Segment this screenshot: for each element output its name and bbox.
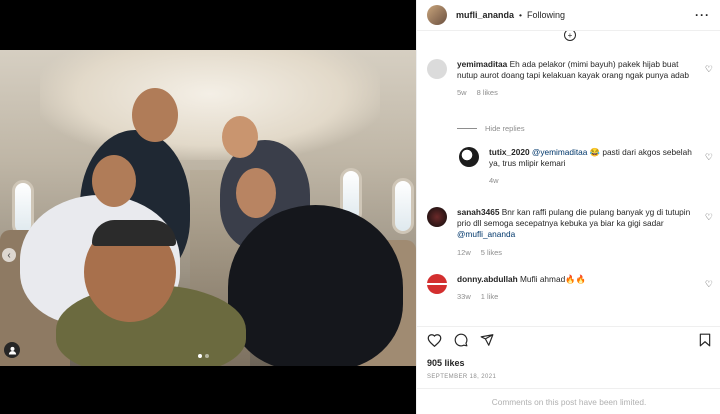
avatar[interactable]	[427, 274, 447, 294]
post-username[interactable]: mufli_ananda	[456, 10, 514, 20]
comment-username[interactable]: sanah3465	[457, 207, 499, 217]
comment-age: 33w	[457, 292, 471, 302]
comment-body: sanah3465 Bnr kan raffi pulang die pulan…	[457, 207, 697, 241]
comment-reply: tutix_2020 @yemimaditaa 😂 pasti dari akg…	[459, 147, 715, 185]
person	[228, 205, 403, 366]
comment-mention[interactable]: @mufli_ananda	[457, 229, 515, 239]
comment-meta: 5w 8 likes	[457, 88, 715, 97]
post-photo[interactable]: ‹	[0, 50, 416, 366]
more-horizontal-icon[interactable]: ···	[695, 8, 710, 22]
user-tag-icon[interactable]	[4, 342, 20, 358]
hide-replies-button[interactable]: Hide replies	[457, 124, 525, 133]
comment-age: 5w	[457, 88, 467, 98]
share-icon[interactable]	[480, 333, 494, 354]
comment-meta: 4w	[489, 176, 715, 185]
comment-likes[interactable]: 1 like	[481, 292, 499, 301]
following-button[interactable]: Following	[527, 10, 565, 20]
heart-icon[interactable]: ♡	[705, 279, 713, 290]
comments-limited-notice: Comments on this post have been limited.	[417, 388, 720, 414]
comment: sanah3465 Bnr kan raffi pulang die pulan…	[427, 207, 715, 257]
header-separator: •	[519, 10, 522, 20]
comment-username[interactable]: yemimaditaa	[457, 59, 507, 69]
carousel-dot	[205, 354, 209, 358]
post-header: mufli_ananda • Following ···	[417, 0, 720, 31]
person-head	[92, 155, 136, 207]
comment-mention[interactable]: @yemimaditaa	[532, 147, 587, 157]
cabin-ceiling	[40, 50, 380, 160]
comment-likes[interactable]: 5 likes	[481, 248, 502, 257]
comment-body: yemimaditaa Eh ada pelakor (mimi bayuh) …	[457, 59, 697, 81]
comment-likes[interactable]: 8 likes	[477, 88, 498, 97]
post-date: SEPTEMBER 18, 2021	[427, 374, 497, 380]
comment-age: 12w	[457, 247, 471, 257]
divider	[457, 128, 477, 129]
likes-count[interactable]: 905 likes	[427, 358, 465, 368]
heart-icon[interactable]: ♡	[705, 212, 713, 223]
avatar[interactable]	[427, 207, 447, 227]
post-side-panel: mufli_ananda • Following ··· + yemimadit…	[416, 0, 720, 414]
comment-meta: 33w 1 like	[457, 292, 715, 301]
person-head	[132, 88, 178, 142]
comments-list[interactable]: + yemimaditaa Eh ada pelakor (mimi bayuh…	[417, 31, 720, 319]
cabin-window	[392, 178, 414, 234]
person-head	[236, 168, 276, 218]
heart-icon[interactable]	[427, 333, 442, 354]
post-media: ‹	[0, 0, 416, 414]
comment-meta: 12w 5 likes	[457, 248, 715, 257]
bookmark-icon[interactable]	[699, 333, 711, 354]
carousel-dots	[198, 354, 209, 358]
comment-username[interactable]: tutix_2020	[489, 147, 530, 157]
avatar[interactable]	[427, 59, 447, 79]
comment: yemimaditaa Eh ada pelakor (mimi bayuh) …	[427, 59, 715, 97]
cap	[92, 220, 176, 246]
post-actions	[417, 326, 720, 354]
comment-icon[interactable]	[454, 333, 468, 354]
avatar[interactable]	[427, 5, 447, 25]
comment-body: tutix_2020 @yemimaditaa 😂 pasti dari akg…	[489, 147, 695, 169]
previous-arrow-icon[interactable]: ‹	[2, 248, 16, 262]
avatar[interactable]	[459, 147, 479, 167]
heart-icon[interactable]: ♡	[705, 64, 713, 75]
comment: donny.abdullah Mufli ahmad🔥🔥 33w 1 like …	[427, 274, 715, 301]
comment-age: 4w	[489, 176, 499, 186]
person-head	[222, 116, 258, 158]
comment-text: Mufli ahmad🔥🔥	[520, 274, 586, 284]
load-more-icon[interactable]: +	[564, 31, 576, 41]
carousel-dot	[198, 354, 202, 358]
heart-icon[interactable]: ♡	[705, 152, 713, 163]
hide-replies-label: Hide replies	[485, 124, 525, 133]
comment-body: donny.abdullah Mufli ahmad🔥🔥	[457, 274, 697, 285]
comment-username[interactable]: donny.abdullah	[457, 274, 518, 284]
